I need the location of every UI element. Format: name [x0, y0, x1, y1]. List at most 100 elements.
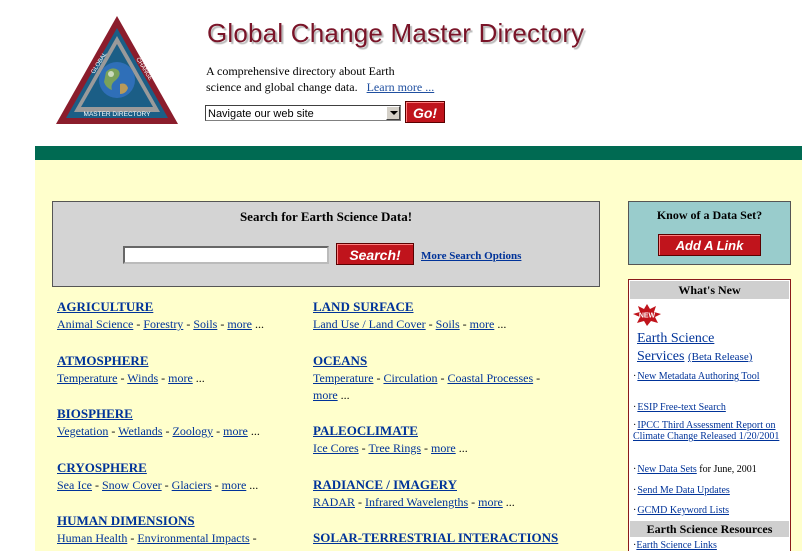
trail-text: ... [497, 317, 507, 331]
topic-link[interactable]: Circulation [383, 371, 437, 385]
header-divider-band [35, 146, 802, 160]
new-burst-icon: NEW [633, 304, 661, 326]
news-suffix: for June, 2001 [696, 464, 757, 475]
category-paleoclimate: PALEOCLIMATE Ice Cores - Tree Rings - mo… [313, 422, 468, 455]
topic-link[interactable]: Land Use / Land Cover [313, 317, 426, 331]
topic-link[interactable]: Snow Cover [102, 478, 162, 492]
category-heading[interactable]: AGRICULTURE [57, 298, 264, 316]
topic-link[interactable]: Human Health [57, 531, 127, 545]
category-land-surface: LAND SURFACE Land Use / Land Cover - Soi… [313, 298, 507, 331]
add-a-link-button[interactable]: Add A Link [658, 234, 761, 256]
news-link[interactable]: IPCC Third Assessment Report on Climate … [633, 420, 779, 442]
site-navigation-select[interactable]: Navigate our web site [205, 105, 401, 121]
topic-link[interactable]: Temperature [57, 371, 117, 385]
category-agriculture: AGRICULTURE Animal Science - Forestry - … [57, 298, 264, 331]
tagline-line2: science and global change data. [206, 80, 358, 94]
topic-link[interactable]: Ice Cores [313, 441, 359, 455]
featured-line1[interactable]: Earth Science [637, 331, 714, 346]
tagline: A comprehensive directory about Earth sc… [206, 63, 506, 95]
category-human-dimensions: HUMAN DIMENSIONS Human Health - Environm… [57, 512, 257, 545]
topic-link[interactable]: Environmental Impacts [137, 531, 249, 545]
nav-select-value: Navigate our web site [208, 108, 314, 120]
topic-link[interactable]: Animal Science [57, 317, 133, 331]
search-title: Search for Earth Science Data! [239, 209, 413, 224]
topic-link[interactable]: Forestry [143, 317, 183, 331]
news-link[interactable]: New Data Sets [637, 464, 696, 475]
news-item: ·IPCC Third Assessment Report on Climate… [633, 420, 780, 442]
go-button[interactable]: Go! [405, 101, 445, 123]
trail-text: ... [340, 388, 350, 402]
news-link[interactable]: Send Me Data Updates [637, 485, 729, 496]
news-link[interactable]: GCMD Keyword Lists [637, 505, 729, 516]
topic-link[interactable]: Zoology [172, 424, 213, 438]
news-item: ·Send Me Data Updates [633, 485, 730, 496]
featured-line2[interactable]: Services [637, 349, 684, 364]
gcmd-logo[interactable]: GLOBAL CHANGE MASTER DIRECTORY [54, 14, 180, 126]
know-of-data-set-panel: Know of a Data Set? Add A Link [628, 201, 791, 265]
topic-link[interactable]: Wetlands [118, 424, 162, 438]
trail-text: ... [458, 441, 468, 455]
category-oceans: OCEANS Temperature - Circulation - Coast… [313, 352, 541, 402]
category-heading[interactable]: RADIANCE / IMAGERY [313, 476, 515, 494]
news-item: ·GCMD Keyword Lists [633, 505, 730, 516]
whats-new-title: What's New [630, 281, 789, 299]
learn-more-link[interactable]: Learn more ... [367, 80, 435, 94]
topic-link[interactable]: Soils [193, 317, 217, 331]
more-link[interactable]: more [313, 388, 338, 402]
topic-link[interactable]: RADAR [313, 495, 355, 509]
more-link[interactable]: more [478, 495, 503, 509]
category-heading[interactable]: ATMOSPHERE [57, 352, 205, 370]
know-title: Know of a Data Set? [656, 208, 763, 222]
topic-link[interactable]: Infrared Wavelengths [365, 495, 468, 509]
earth-science-services-link[interactable]: Earth Science Services (Beta Release) [637, 330, 752, 366]
search-button[interactable]: Search! [336, 243, 414, 265]
category-cryosphere: CRYOSPHERE Sea Ice - Snow Cover - Glacie… [57, 459, 259, 492]
more-search-options-link[interactable]: More Search Options [421, 250, 521, 262]
news-item: ·ESIP Free-text Search [633, 402, 726, 413]
more-link[interactable]: more [222, 478, 247, 492]
category-heading[interactable]: BIOSPHERE [57, 405, 260, 423]
logo-text-master-directory: MASTER DIRECTORY [84, 111, 152, 118]
topic-link[interactable]: Vegetation [57, 424, 108, 438]
news-item: ·New Data Sets for June, 2001 [633, 464, 757, 475]
category-biosphere: BIOSPHERE Vegetation - Wetlands - Zoolog… [57, 405, 260, 438]
topic-link[interactable]: Glaciers [172, 478, 212, 492]
resource-link[interactable]: Earth Science Links [636, 540, 717, 551]
trail-text: ... [505, 495, 515, 509]
more-link[interactable]: more [223, 424, 248, 438]
topic-link[interactable]: Coastal Processes [447, 371, 533, 385]
trail-text: - [252, 531, 257, 545]
category-heading[interactable]: LAND SURFACE [313, 298, 506, 316]
news-item: ·New Metadata Authoring Tool [633, 371, 760, 382]
resource-item: ·Earth Science Links [633, 540, 717, 551]
trail-text: ... [254, 317, 264, 331]
topic-link[interactable]: Winds [127, 371, 158, 385]
news-link[interactable]: ESIP Free-text Search [637, 402, 726, 413]
resources-title: Earth Science Resources [630, 521, 789, 537]
category-solar-terrestrial: SOLAR-TERRESTRIAL INTERACTIONS [313, 529, 558, 547]
trail-text: ... [249, 478, 259, 492]
search-panel: Search for Earth Science Data! Search! M… [52, 201, 600, 287]
new-badge-text: NEW [639, 313, 656, 320]
trail-text: - [536, 371, 541, 385]
more-link[interactable]: more [168, 371, 193, 385]
topic-link[interactable]: Temperature [313, 371, 373, 385]
category-atmosphere: ATMOSPHERE Temperature - Winds - more ..… [57, 352, 205, 385]
topic-link[interactable]: Sea Ice [57, 478, 92, 492]
tagline-line1: A comprehensive directory about Earth [206, 64, 395, 78]
category-heading[interactable]: HUMAN DIMENSIONS [57, 512, 257, 530]
topic-link[interactable]: Tree Rings [368, 441, 421, 455]
chevron-down-icon[interactable] [386, 106, 400, 120]
category-heading[interactable]: CRYOSPHERE [57, 459, 258, 477]
more-link[interactable]: more [470, 317, 495, 331]
news-link[interactable]: New Metadata Authoring Tool [637, 371, 759, 382]
category-heading[interactable]: PALEOCLIMATE [313, 422, 468, 440]
search-input[interactable] [123, 246, 329, 264]
featured-beta[interactable]: (Beta Release) [688, 351, 752, 363]
more-link[interactable]: more [227, 317, 252, 331]
site-title: Global Change Master Directory [207, 18, 585, 48]
topic-link[interactable]: Soils [436, 317, 460, 331]
category-heading[interactable]: OCEANS [313, 352, 540, 370]
category-heading[interactable]: SOLAR-TERRESTRIAL INTERACTIONS [313, 529, 558, 547]
more-link[interactable]: more [431, 441, 456, 455]
